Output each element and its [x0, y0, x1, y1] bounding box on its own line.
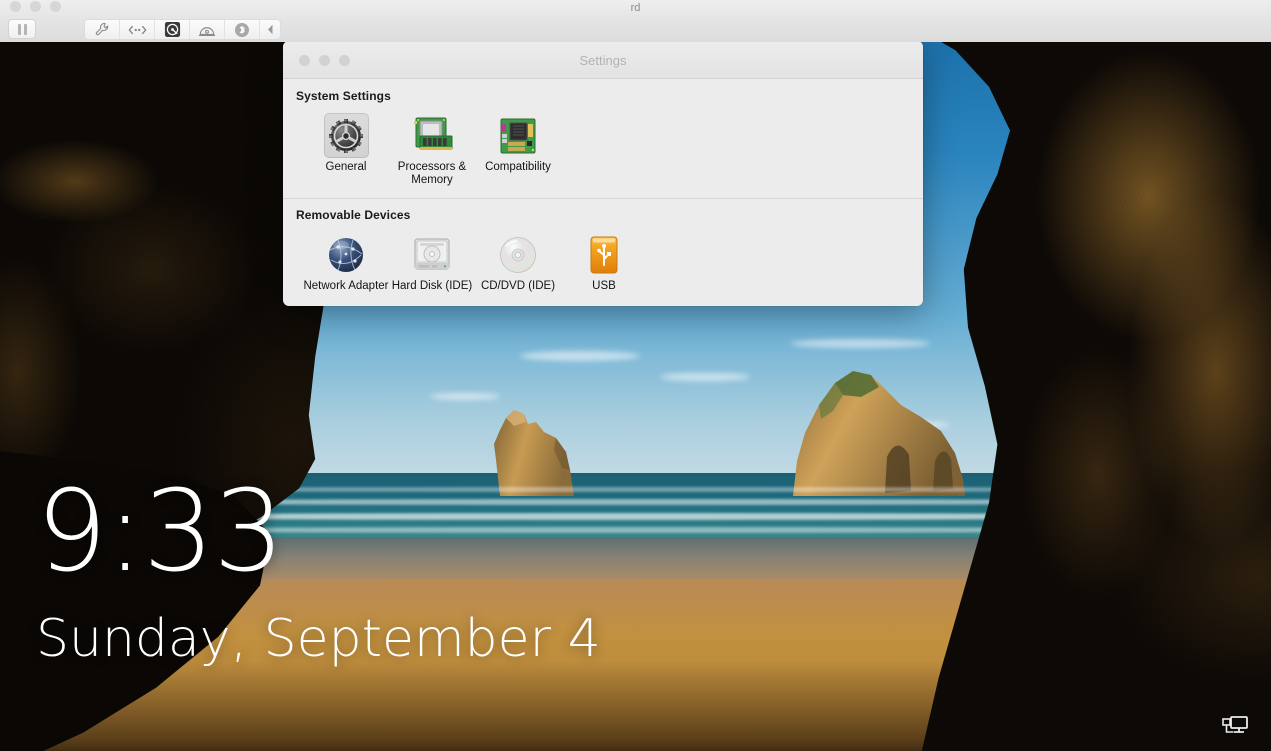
pause-icon — [17, 23, 27, 35]
lock-screen-time: 9:33 — [36, 467, 285, 597]
circuit-board-icon — [496, 113, 541, 158]
cloud — [660, 373, 750, 381]
settings-wrench-icon[interactable] — [85, 20, 120, 39]
cloud — [520, 351, 640, 361]
pause-vm-button[interactable] — [8, 19, 36, 39]
host-window-chrome: rd — [0, 0, 1271, 42]
network-icon[interactable] — [120, 20, 155, 39]
settings-item-label: Processors & Memory — [397, 161, 467, 186]
settings-item-label: USB — [592, 280, 616, 292]
settings-item-hard-disk[interactable]: Hard Disk (IDE) — [389, 230, 475, 293]
host-traffic-lights[interactable] — [10, 1, 61, 12]
host-window-title: rd — [630, 2, 641, 14]
settings-item-label: Compatibility — [485, 161, 551, 173]
section-removable-devices: Removable Devices Network Adapter Hard D… — [283, 199, 923, 293]
settings-item-compatibility[interactable]: Compatibility — [475, 111, 561, 187]
settings-item-usb[interactable]: USB — [561, 230, 647, 293]
removable-devices-icon-row: Network Adapter Hard Disk (IDE) CD/DVD (… — [283, 224, 923, 293]
settings-item-processors-memory[interactable]: Processors & Memory — [389, 111, 475, 187]
settings-item-general[interactable]: General — [303, 111, 389, 187]
hard-disk-icon — [410, 232, 455, 277]
sea-stack-right — [793, 371, 965, 496]
section-title-removable-devices: Removable Devices — [296, 208, 411, 222]
lock-screen-date: Sunday, September 4 — [36, 609, 601, 669]
cd-disc-icon — [496, 232, 541, 277]
settings-item-cd-dvd[interactable]: CD/DVD (IDE) — [475, 230, 561, 293]
gear-icon — [323, 113, 369, 158]
hard-disk-icon[interactable] — [155, 20, 190, 39]
host-zoom-button[interactable] — [50, 1, 61, 12]
usb-icon — [582, 232, 627, 277]
host-close-button[interactable] — [10, 1, 21, 12]
settings-item-label: Hard Disk (IDE) — [391, 280, 473, 292]
collapse-chevron-icon[interactable] — [260, 20, 280, 39]
cloud — [790, 339, 930, 348]
cd-dvd-icon[interactable] — [190, 20, 225, 39]
section-title-system-settings: System Settings — [296, 89, 391, 103]
settings-item-network-adapter[interactable]: Network Adapter — [303, 230, 389, 293]
vm-device-toolbar[interactable] — [84, 19, 281, 40]
bluetooth-icon[interactable] — [225, 20, 260, 39]
settings-item-label: CD/DVD (IDE) — [480, 280, 556, 292]
memory-icon — [410, 113, 455, 158]
host-minimize-button[interactable] — [30, 1, 41, 12]
settings-item-label: Network Adapter — [303, 280, 389, 292]
network-computer-icon[interactable] — [1221, 714, 1249, 743]
settings-titlebar[interactable]: Show All Settings — [283, 41, 923, 79]
settings-window-title: Settings — [579, 53, 627, 68]
system-settings-icon-row: General Processors & Memory Compatibilit… — [283, 105, 923, 187]
settings-item-label: General — [325, 161, 367, 173]
vm-settings-window[interactable]: Show All Settings System Settings — [283, 41, 923, 306]
section-system-settings: System Settings General Processors & Mem… — [283, 79, 923, 187]
sea-stack-left — [494, 410, 574, 496]
globe-network-icon — [324, 232, 369, 277]
